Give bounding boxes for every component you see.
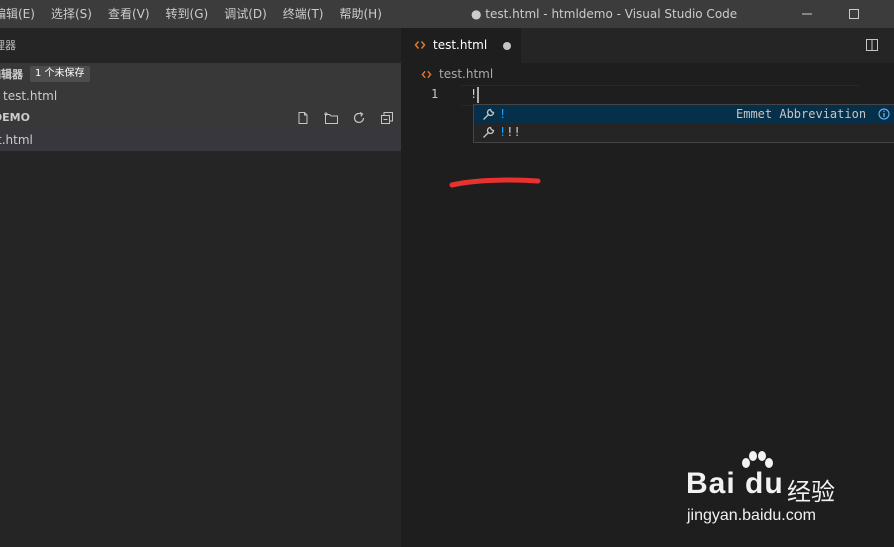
html-file-icon	[414, 41, 426, 49]
explorer-sidebar: 理器 编辑器 1 个未保存 test.html DEMO	[0, 28, 401, 547]
split-editor-icon[interactable]	[864, 37, 880, 53]
tab-test-html[interactable]: test.html	[401, 28, 521, 63]
menu-help[interactable]: 帮助(H)	[332, 0, 390, 28]
annotation-stroke	[449, 177, 541, 188]
breadcrumb-label: test.html	[439, 67, 494, 81]
folder-file-item[interactable]: t.html	[0, 129, 401, 151]
suggest-item-label: !!!	[499, 125, 521, 139]
menu-debug[interactable]: 调试(D)	[216, 0, 275, 28]
info-icon[interactable]	[878, 108, 890, 120]
menu-go[interactable]: 转到(G)	[158, 0, 217, 28]
new-folder-button[interactable]	[323, 110, 339, 126]
breadcrumb[interactable]: test.html	[401, 63, 894, 85]
menu-terminal[interactable]: 终端(T)	[275, 0, 332, 28]
unsaved-badge: 1 个未保存	[30, 66, 90, 82]
menu-edit[interactable]: 编辑(E)	[0, 0, 43, 28]
sidebar-title: 理器	[0, 39, 16, 52]
new-folder-icon	[323, 112, 338, 124]
folder-header[interactable]: DEMO	[0, 107, 401, 129]
current-line-highlight	[461, 85, 859, 106]
minimize-icon	[802, 13, 812, 15]
refresh-icon	[353, 111, 365, 124]
suggest-detail: Emmet Abbreviation	[736, 107, 867, 121]
line-number: 1	[431, 87, 439, 101]
maximize-button[interactable]	[831, 0, 877, 28]
new-file-button[interactable]	[295, 110, 311, 126]
watermark: Bai du 经验 jingyan.baidu.com	[684, 450, 884, 530]
wrench-icon	[483, 126, 495, 138]
menu-view[interactable]: 查看(V)	[100, 0, 158, 28]
refresh-button[interactable]	[351, 110, 367, 126]
suggest-widget: ! Emmet Abbreviation !!!	[473, 104, 894, 143]
text-cursor	[477, 87, 479, 103]
wrench-icon	[483, 108, 495, 120]
open-editor-file-label: test.html	[3, 89, 58, 103]
open-editor-item[interactable]: test.html	[0, 85, 401, 107]
menu-bar: 编辑(E) 选择(S) 查看(V) 转到(G) 调试(D) 终端(T) 帮助(H…	[0, 0, 390, 28]
window-title: ● test.html - htmldemo - Visual Studio C…	[471, 7, 738, 21]
menu-selection[interactable]: 选择(S)	[43, 0, 100, 28]
watermark-url: jingyan.baidu.com	[687, 507, 816, 524]
open-editors-title: 编辑器	[0, 68, 23, 81]
title-bar: 编辑(E) 选择(S) 查看(V) 转到(G) 调试(D) 终端(T) 帮助(H…	[0, 0, 894, 28]
minimize-button[interactable]	[784, 0, 830, 28]
tabs-bar: test.html	[401, 28, 894, 63]
suggest-item-label: !	[499, 107, 507, 121]
open-editors-header[interactable]: 编辑器 1 个未保存	[0, 63, 401, 85]
suggest-item[interactable]: !!!	[474, 123, 894, 141]
html-file-icon	[421, 70, 432, 79]
tab-label: test.html	[433, 38, 488, 52]
maximize-icon	[849, 9, 859, 19]
suggest-item[interactable]: ! Emmet Abbreviation	[474, 105, 894, 123]
unsaved-dot-icon[interactable]	[503, 42, 511, 50]
watermark-brand: Bai du	[686, 467, 784, 500]
folder-file-label: t.html	[0, 133, 33, 147]
folder-title: DEMO	[0, 111, 30, 124]
watermark-text: 经验	[787, 478, 835, 506]
collapse-all-button[interactable]	[379, 110, 395, 126]
new-file-icon	[298, 112, 308, 124]
collapse-all-icon	[381, 112, 393, 124]
